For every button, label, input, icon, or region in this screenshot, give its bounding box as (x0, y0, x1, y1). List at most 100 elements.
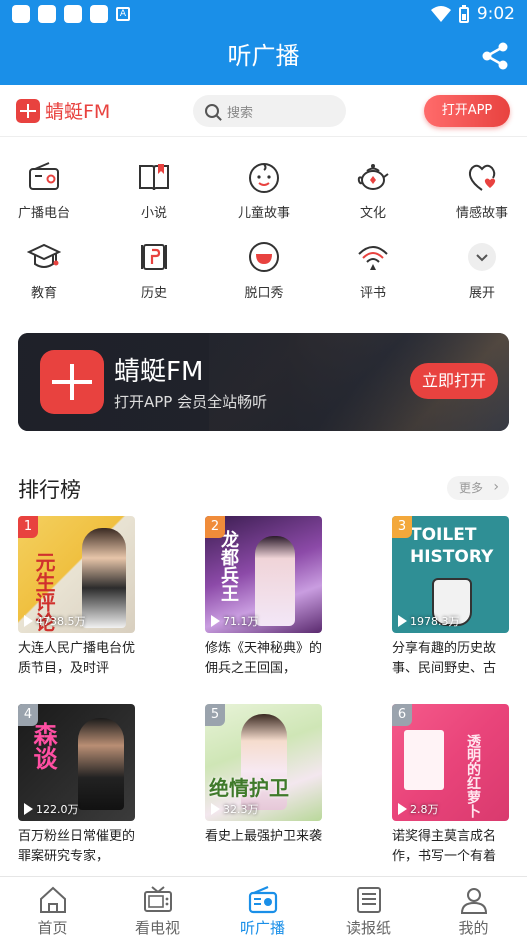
logo[interactable]: 蜻蜓FM (16, 97, 110, 124)
play-count: 71.1万 (211, 613, 259, 629)
ranking-item-4[interactable]: 森谈 4 122.0万 百万粉丝日常催更的罪案研究专家， (18, 704, 135, 867)
rank-badge: 1 (18, 516, 38, 538)
logo-icon (16, 98, 40, 123)
rank-badge: 4 (18, 704, 38, 726)
book-icon (139, 164, 169, 191)
category-label: 儿童故事 (237, 206, 290, 221)
cover-image: 绝情护卫 5 32.3万 (205, 704, 322, 821)
cover-title: 森谈 (29, 722, 57, 770)
search-placeholder: 搜索 (227, 105, 254, 121)
search-input[interactable]: 搜索 (193, 95, 346, 127)
child-face-icon (249, 163, 279, 193)
page-title: 听广播 (227, 42, 300, 70)
battery-icon (458, 5, 469, 23)
tab-label: 首页 (37, 919, 68, 937)
play-icon (211, 615, 220, 627)
cover-image: 龙都兵王 2 71.1万 (205, 516, 322, 633)
category-label: 展开 (468, 286, 495, 301)
cover-image: TOILET HISTORY 3 1978.3万 (392, 516, 509, 633)
tab-label: 读报纸 (345, 919, 391, 937)
play-icon (24, 615, 33, 627)
category-storytelling[interactable]: 评书 (333, 240, 413, 301)
category-label: 情感故事 (455, 206, 508, 221)
ranking-item-3[interactable]: TOILET HISTORY 3 1978.3万 分享有趣的历史故事、民间野史、… (392, 516, 509, 679)
rank-badge: 5 (205, 704, 225, 726)
notification-icon (12, 5, 30, 23)
ranking-item-5[interactable]: 绝情护卫 5 32.3万 看史上最强护卫来袭 (205, 704, 322, 867)
user-icon (460, 888, 487, 914)
item-description: 修炼《天神秘典》的佣兵之王回国， (205, 641, 322, 676)
open-now-button[interactable]: 立即打开 (410, 363, 498, 399)
category-kids[interactable]: 儿童故事 (224, 160, 304, 221)
play-count: 122.0万 (24, 801, 79, 817)
fan-icon (358, 246, 388, 270)
item-description: 诺奖得主莫言成名作，书写一个有着 (392, 829, 497, 864)
mouth-icon (249, 242, 279, 272)
promo-banner[interactable]: 蜻蜓FM 打开APP 会员全站畅听 立即打开 (18, 333, 509, 431)
notification-icon (90, 5, 108, 23)
category-label: 评书 (359, 286, 386, 301)
category-novel[interactable]: 小说 (114, 160, 194, 221)
notification-icon (64, 5, 82, 23)
category-label: 教育 (30, 286, 57, 301)
play-count: 1978.3万 (398, 613, 460, 629)
ranking-item-2[interactable]: 龙都兵王 2 71.1万 修炼《天神秘典》的佣兵之王回国， (205, 516, 322, 679)
app-logo-icon (40, 350, 104, 414)
radio-icon (248, 885, 277, 914)
cover-title: 绝情护卫 (209, 776, 289, 800)
item-description: 百万粉丝日常催更的罪案研究专家， (18, 829, 135, 864)
category-label: 小说 (140, 206, 167, 221)
item-description: 看史上最强护卫来袭 (205, 829, 322, 844)
cover-title: 龙都兵王 (218, 530, 239, 602)
tab-tv[interactable]: 看电视 (105, 877, 210, 944)
tab-label: 我的 (458, 919, 489, 937)
status-bar: A 9:02 (0, 0, 527, 28)
category-culture[interactable]: 文化 (333, 160, 413, 221)
tab-home[interactable]: 首页 (0, 877, 105, 944)
tab-newspaper[interactable]: 读报纸 (316, 877, 421, 944)
share-icon[interactable] (479, 40, 511, 72)
status-time: 9:02 (476, 4, 515, 24)
notification-icon (38, 5, 56, 23)
category-education[interactable]: 教育 (4, 240, 84, 301)
category-label: 脱口秀 (244, 286, 284, 301)
graduation-cap-icon (27, 243, 61, 268)
play-icon (24, 803, 33, 815)
tab-me[interactable]: 我的 (421, 877, 526, 944)
search-icon (205, 104, 219, 118)
play-icon (211, 803, 220, 815)
category-history[interactable]: 历史 (114, 240, 194, 301)
newspaper-icon (356, 887, 381, 913)
radio-icon (29, 162, 59, 190)
banner-subtitle: 打开APP 会员全站畅听 (114, 393, 268, 411)
category-radio[interactable]: 广播电台 (4, 160, 84, 221)
category-expand[interactable]: 展开 (442, 240, 522, 301)
category-label: 文化 (359, 206, 386, 221)
ranking-item-1[interactable]: 元生评论 1 4738.5万 大连人民广播电台优质节目，及时评 (18, 516, 135, 679)
category-emotion[interactable]: 情感故事 (442, 160, 522, 221)
top-bar: 蜻蜓FM 搜索 打开APP (0, 85, 527, 137)
category-label: 广播电台 (17, 206, 70, 221)
cover-image: 元生评论 1 4738.5万 (18, 516, 135, 633)
ranking-item-6[interactable]: 透明的红萝卜 6 2.8万 诺奖得主莫言成名作，书写一个有着 (392, 704, 509, 867)
teapot-icon (357, 164, 389, 190)
play-count: 4738.5万 (24, 613, 86, 629)
banner-title: 蜻蜓FM (114, 357, 204, 387)
play-count: 2.8万 (398, 801, 439, 817)
more-button[interactable]: 更多 (447, 475, 509, 500)
ranking-title: 排行榜 (18, 478, 81, 502)
tv-icon (143, 886, 172, 912)
play-icon (398, 803, 407, 815)
category-label: 历史 (140, 286, 167, 301)
tab-label: 看电视 (134, 919, 180, 937)
cover-title: 透明的红萝卜 (465, 734, 481, 818)
cover-image: 森谈 4 122.0万 (18, 704, 135, 821)
rank-badge: 3 (392, 516, 412, 538)
notification-icons: A (12, 5, 130, 23)
open-app-button[interactable]: 打开APP (424, 95, 510, 127)
category-talkshow[interactable]: 脱口秀 (224, 240, 304, 301)
app-bar: 听广播 (0, 28, 527, 85)
item-description: 分享有趣的历史故事、民间野史、古 (392, 641, 497, 676)
tab-radio[interactable]: 听广播 (210, 877, 315, 944)
rank-badge: 6 (392, 704, 412, 726)
